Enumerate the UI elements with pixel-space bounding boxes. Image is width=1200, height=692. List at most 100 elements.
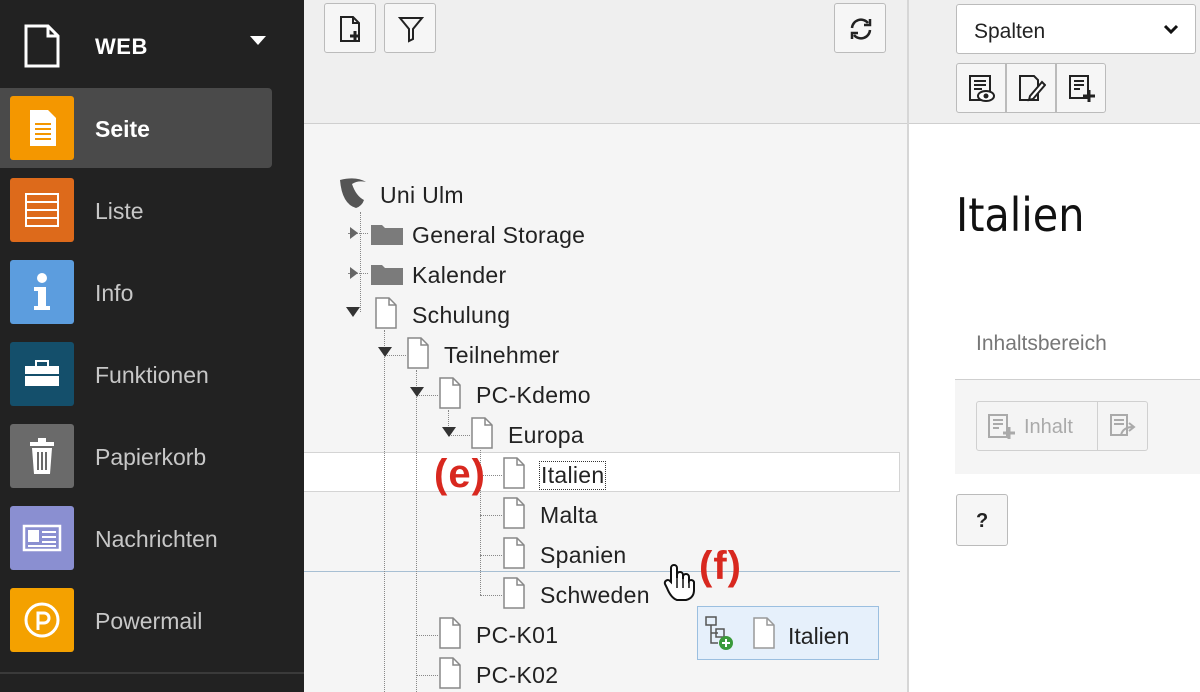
module-label: Nachrichten	[95, 526, 218, 552]
page-icon	[10, 96, 74, 160]
paste-content-button[interactable]	[1098, 401, 1148, 451]
chevron-down-icon	[1163, 23, 1179, 41]
help-label: ?	[976, 510, 989, 532]
module-item-papierkorb[interactable]: Papierkorb	[0, 416, 272, 496]
module-item-funktionen[interactable]: Funktionen	[0, 334, 272, 414]
tree-node-pc-k01[interactable]: PC-K01	[436, 616, 736, 652]
help-button[interactable]: ?	[956, 494, 1008, 546]
module-label: Powermail	[95, 608, 203, 634]
tree-node-schulung[interactable]: Schulung	[346, 296, 666, 332]
filter-icon	[397, 17, 425, 43]
module-item-nachrichten[interactable]: Nachrichten	[0, 498, 272, 578]
page-icon	[438, 656, 462, 692]
hand-cursor-icon	[662, 562, 696, 607]
column-header: Inhaltsbereich	[955, 320, 1200, 380]
column-header-label: Inhaltsbereich	[976, 332, 1107, 355]
collapse-icon[interactable]	[346, 307, 360, 317]
tree-root[interactable]: Uni Ulm	[336, 176, 636, 212]
tree-node-teilnehmer[interactable]: Teilnehmer	[378, 336, 698, 372]
filter-button[interactable]	[384, 3, 436, 53]
collapse-icon[interactable]	[410, 387, 424, 397]
view-page-icon	[969, 75, 995, 102]
tree-node-general-storage[interactable]: General Storage	[348, 216, 668, 252]
tree-toolbar	[304, 0, 908, 124]
toolbox-icon	[10, 342, 74, 406]
node-label: Europa	[508, 422, 584, 448]
expand-icon[interactable]	[350, 227, 358, 239]
view-select[interactable]: Spalten	[956, 4, 1196, 54]
module-label: Funktionen	[95, 362, 209, 388]
new-content-button[interactable]: Inhalt	[976, 401, 1098, 451]
column-body: Inhalt	[955, 380, 1200, 474]
tree-node-spanien[interactable]: Spanien	[500, 536, 800, 572]
annotation-f: (f)	[699, 544, 742, 588]
node-label: PC-Kdemo	[476, 382, 591, 408]
powermail-icon	[10, 588, 74, 652]
caret-down-icon[interactable]	[250, 36, 266, 45]
new-content-label: Inhalt	[1024, 416, 1073, 438]
tree-root-label: Uni Ulm	[380, 182, 464, 208]
refresh-button[interactable]	[834, 3, 886, 53]
module-label: Info	[95, 280, 134, 306]
module-group-title: WEB	[95, 34, 148, 59]
edit-page-icon	[1019, 75, 1046, 102]
page-tree-panel: Uni Ulm General Storage Kalender Schulun…	[304, 0, 908, 692]
edit-page-button[interactable]	[1006, 63, 1056, 113]
module-item-liste[interactable]: Liste	[0, 170, 272, 250]
page-icon	[752, 616, 776, 655]
view-page-button[interactable]	[956, 63, 1006, 113]
refresh-icon	[850, 18, 872, 40]
new-page-button[interactable]	[324, 3, 376, 53]
content-toolbar: Spalten	[909, 0, 1200, 124]
node-label: PC-K01	[476, 622, 559, 648]
expand-icon[interactable]	[350, 267, 358, 279]
module-label: Liste	[95, 198, 144, 224]
document-icon	[22, 24, 62, 73]
module-item-seite[interactable]: Seite	[0, 88, 272, 168]
new-page-icon	[340, 16, 360, 42]
node-label: Kalender	[412, 262, 507, 288]
module-group-web[interactable]: WEB	[0, 0, 304, 88]
module-item-info[interactable]: Info	[0, 252, 272, 332]
page-icon	[502, 536, 526, 575]
module-label: Seite	[95, 116, 150, 142]
add-content-icon	[988, 414, 1015, 439]
tree-node-malta[interactable]: Malta	[500, 496, 800, 532]
node-label: Teilnehmer	[444, 342, 560, 368]
paste-icon	[1110, 414, 1136, 436]
collapse-icon[interactable]	[378, 347, 392, 357]
list-icon	[10, 178, 74, 242]
tree-node-kalender[interactable]: Kalender	[348, 256, 668, 292]
typo3-logo-icon	[336, 176, 370, 215]
module-item-powermail[interactable]: Powermail	[0, 580, 272, 660]
view-select-value: Spalten	[974, 20, 1046, 43]
collapse-icon[interactable]	[442, 427, 456, 437]
new-content-toolbar-button[interactable]	[1056, 63, 1106, 113]
node-label: General Storage	[412, 222, 586, 248]
node-label: Italien	[538, 461, 607, 490]
add-content-icon	[1069, 75, 1095, 102]
page-icon	[374, 296, 398, 335]
folder-icon	[370, 262, 404, 291]
tree-node-pc-k02[interactable]: PC-K02	[436, 656, 736, 692]
node-label: Schweden	[540, 582, 650, 608]
page-icon	[502, 456, 526, 495]
folder-icon	[370, 222, 404, 251]
node-label: PC-K02	[476, 662, 559, 688]
page-icon	[438, 376, 462, 415]
drag-preview-label: Italien	[788, 623, 850, 649]
module-label: Papierkorb	[95, 444, 207, 470]
node-label: Spanien	[540, 542, 627, 568]
trash-icon	[10, 424, 74, 488]
annotation-e: (e)	[434, 452, 486, 496]
module-menu: WEB Seite Liste Info Funktionen Papierko…	[0, 0, 304, 692]
page-icon	[438, 616, 462, 655]
page-title: Italien	[956, 188, 1085, 242]
tree-node-pc-kdemo[interactable]: PC-Kdemo	[410, 376, 730, 412]
page-icon	[470, 416, 494, 455]
tree-node-italien[interactable]: Italien	[500, 456, 800, 492]
page-icon	[502, 496, 526, 535]
page-icon	[502, 576, 526, 615]
tree-node-europa[interactable]: Europa	[442, 416, 762, 452]
menu-divider	[0, 672, 304, 674]
